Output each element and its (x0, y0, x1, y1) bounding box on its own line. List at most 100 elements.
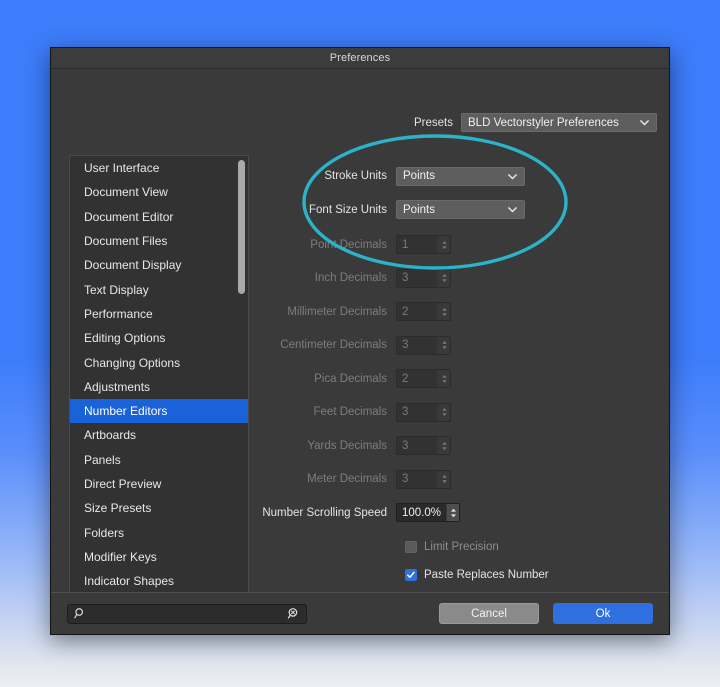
presets-row: Presets BLD Vectorstyler Preferences (414, 113, 657, 132)
preferences-sidebar[interactable]: User Interface Document ViewDocument Edit… (69, 155, 249, 601)
decimal-stepper-field: 3 (396, 269, 451, 288)
sidebar-item-label: Text Display (84, 283, 149, 297)
checkbox-label: Paste Replaces Number (424, 569, 549, 581)
sidebar-item-size-presets[interactable]: Size Presets (70, 496, 248, 520)
decimal-label: Meter Decimals (261, 473, 396, 485)
font-size-units-label: Font Size Units (261, 204, 396, 216)
sidebar-item-user-interface[interactable]: User Interface (70, 156, 248, 180)
decimal-row-millimeter-decimals: Millimeter Decimals2 (261, 301, 641, 323)
checkbox-label: Limit Precision (424, 541, 499, 553)
number-scrolling-speed-field[interactable]: 100.0% (396, 503, 460, 522)
sidebar-item-document-view[interactable]: Document View (70, 180, 248, 204)
decimal-value: 3 (397, 471, 437, 488)
decimal-label: Millimeter Decimals (261, 306, 396, 318)
sidebar-item-label: Performance (84, 307, 153, 321)
search-input[interactable] (87, 608, 287, 620)
stepper-up-down-icon (437, 437, 450, 454)
dialog-titlebar: Preferences (51, 48, 669, 69)
decimal-label: Centimeter Decimals (261, 339, 396, 351)
number-editors-panel: Stroke Units Points Font Size Units Poin… (261, 165, 641, 594)
presets-label: Presets (414, 117, 453, 129)
sidebar-item-number-editors[interactable]: Number Editors (70, 399, 248, 423)
sidebar-item-label: Panels (84, 453, 121, 467)
decimal-value: 1 (397, 236, 437, 253)
stepper-up-down-icon (437, 236, 450, 253)
sidebar-scrollbar[interactable] (238, 158, 245, 600)
decimal-value: 3 (397, 270, 437, 287)
decimal-label: Inch Decimals (261, 272, 396, 284)
number-scrolling-speed-row: Number Scrolling Speed 100.0% (261, 502, 641, 524)
sidebar-item-panels[interactable]: Panels (70, 448, 248, 472)
sidebar-item-document-files[interactable]: Document Files (70, 229, 248, 253)
dialog-body: Presets BLD Vectorstyler Preferences Use… (51, 69, 669, 614)
sidebar-item-label: Document Display (84, 258, 181, 272)
decimal-label: Pica Decimals (261, 373, 396, 385)
sidebar-item-label: Size Presets (84, 501, 151, 515)
number-scrolling-speed-label: Number Scrolling Speed (261, 507, 396, 519)
chevron-down-icon (639, 117, 650, 128)
decimal-value: 3 (397, 437, 437, 454)
cancel-button[interactable]: Cancel (439, 603, 539, 624)
search-icon (74, 607, 87, 620)
decimal-stepper-field: 3 (396, 403, 451, 422)
decimal-row-pica-decimals: Pica Decimals2 (261, 368, 641, 390)
stepper-up-down-icon (437, 404, 450, 421)
decimal-value: 3 (397, 404, 437, 421)
sidebar-item-folders[interactable]: Folders (70, 520, 248, 544)
checkbox-group: Limit Precision Paste Replaces Number (261, 538, 641, 584)
checkbox-unchecked-icon[interactable] (405, 541, 417, 553)
sidebar-item-text-display[interactable]: Text Display (70, 277, 248, 301)
decimal-fields-group: Point Decimals1Inch Decimals3Millimeter … (261, 234, 641, 491)
sidebar-item-artboards[interactable]: Artboards (70, 423, 248, 447)
sidebar-item-modifier-keys[interactable]: Modifier Keys (70, 545, 248, 569)
decimal-label: Point Decimals (261, 239, 396, 251)
font-size-units-value: Points (403, 204, 501, 216)
decimal-value: 2 (397, 303, 437, 320)
ok-button[interactable]: Ok (553, 603, 653, 624)
sidebar-item-label: User Interface (84, 161, 159, 175)
decimal-stepper-field: 2 (396, 302, 451, 321)
sidebar-item-label: Editing Options (84, 331, 165, 345)
dialog-footer: Cancel Ok (51, 592, 669, 634)
sidebar-item-direct-preview[interactable]: Direct Preview (70, 472, 248, 496)
sidebar-item-document-editor[interactable]: Document Editor (70, 205, 248, 229)
stroke-units-dropdown[interactable]: Points (396, 167, 525, 186)
decimal-value: 2 (397, 370, 437, 387)
search-field[interactable] (67, 604, 307, 624)
decimal-label: Feet Decimals (261, 406, 396, 418)
decimal-stepper-field: 3 (396, 436, 451, 455)
stepper-up-down-icon[interactable] (446, 504, 459, 521)
sidebar-item-editing-options[interactable]: Editing Options (70, 326, 248, 350)
stroke-units-row: Stroke Units Points (261, 165, 641, 187)
decimal-label: Yards Decimals (261, 440, 396, 452)
font-size-units-dropdown[interactable]: Points (396, 200, 525, 219)
stroke-units-value: Points (403, 170, 501, 182)
presets-dropdown[interactable]: BLD Vectorstyler Preferences (461, 113, 657, 132)
sidebar-list: User Interface Document ViewDocument Edit… (70, 156, 248, 601)
sidebar-item-label: Changing Options (84, 356, 180, 370)
stepper-up-down-icon (437, 303, 450, 320)
sidebar-item-indicator-shapes[interactable]: Indicator Shapes (70, 569, 248, 593)
checkbox-row-paste-replaces-number[interactable]: Paste Replaces Number (405, 566, 641, 584)
sidebar-item-label: Artboards (84, 428, 136, 442)
decimal-row-meter-decimals: Meter Decimals3 (261, 468, 641, 490)
stroke-units-label: Stroke Units (261, 170, 396, 182)
sidebar-item-adjustments[interactable]: Adjustments (70, 375, 248, 399)
sidebar-item-changing-options[interactable]: Changing Options (70, 350, 248, 374)
checkbox-checked-icon[interactable] (405, 569, 417, 581)
presets-value: BLD Vectorstyler Preferences (468, 117, 633, 129)
preferences-dialog: Preferences Presets BLD Vectorstyler Pre… (50, 47, 670, 635)
checkbox-row-limit-precision[interactable]: Limit Precision (405, 538, 641, 556)
decimal-row-centimeter-decimals: Centimeter Decimals3 (261, 334, 641, 356)
search-zoom-icon[interactable] (287, 607, 300, 620)
sidebar-item-label: Direct Preview (84, 477, 161, 491)
decimal-row-yards-decimals: Yards Decimals3 (261, 435, 641, 457)
sidebar-scrollbar-thumb[interactable] (238, 160, 245, 294)
stepper-up-down-icon (437, 337, 450, 354)
sidebar-item-label: Document Files (84, 234, 167, 248)
sidebar-item-performance[interactable]: Performance (70, 302, 248, 326)
sidebar-item-label: Number Editors (84, 404, 167, 418)
decimal-stepper-field: 1 (396, 235, 451, 254)
decimal-row-point-decimals: Point Decimals1 (261, 234, 641, 256)
sidebar-item-document-display[interactable]: Document Display (70, 253, 248, 277)
